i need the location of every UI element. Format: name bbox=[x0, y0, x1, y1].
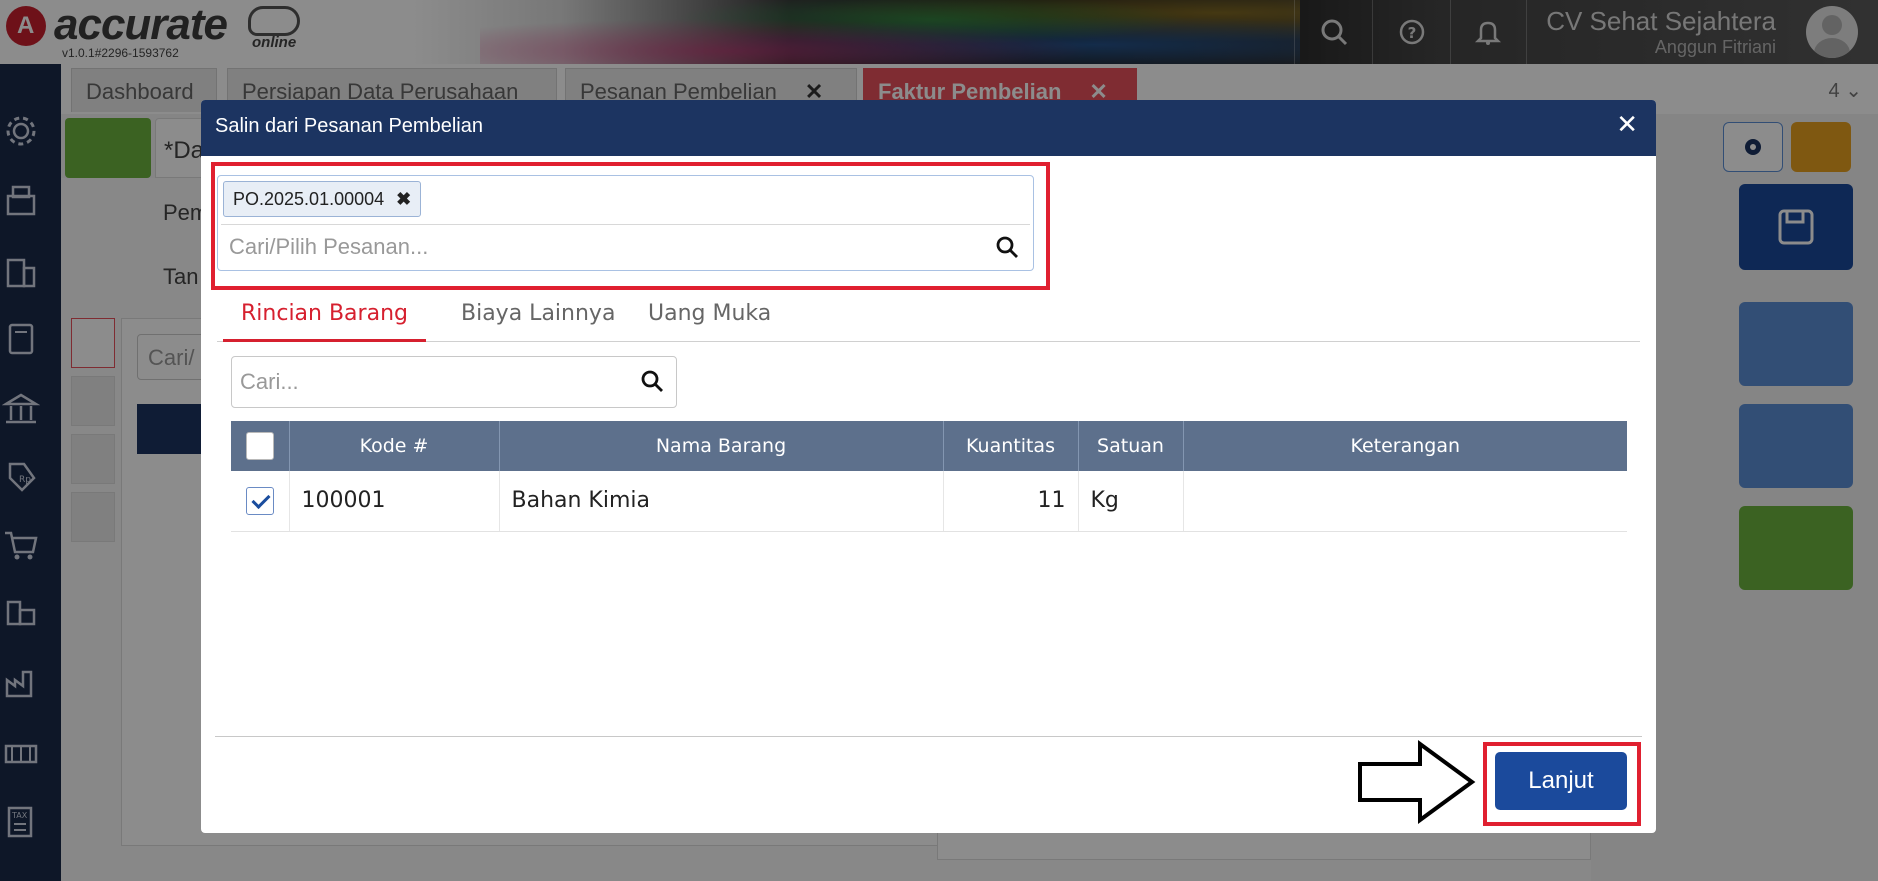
items-table: Kode # Nama Barang Kuantitas Satuan Kete… bbox=[231, 421, 1627, 532]
column-header-kuantitas[interactable]: Kuantitas bbox=[943, 421, 1079, 471]
row-select-cell bbox=[231, 471, 290, 532]
items-table-container: Kode # Nama Barang Kuantitas Satuan Kete… bbox=[231, 421, 1627, 715]
dialog-title: Salin dari Pesanan Pembelian bbox=[215, 115, 483, 137]
selected-order-number: PO.2025.01.00004 bbox=[233, 189, 385, 209]
cell-kuantitas: 11 bbox=[943, 471, 1079, 532]
column-header-satuan[interactable]: Satuan bbox=[1078, 421, 1184, 471]
tab-rincian-barang[interactable]: Rincian Barang bbox=[223, 298, 426, 342]
cell-nama-barang: Bahan Kimia bbox=[499, 471, 944, 532]
order-select-field[interactable]: PO.2025.01.00004 ✖ bbox=[217, 175, 1034, 271]
column-header-kode[interactable]: Kode # bbox=[289, 421, 500, 471]
footer-divider bbox=[215, 736, 1642, 737]
annotation-arrow-icon bbox=[1358, 740, 1476, 824]
item-search-box[interactable] bbox=[231, 356, 677, 408]
select-all-header bbox=[231, 421, 290, 471]
cell-keterangan bbox=[1183, 471, 1627, 532]
table-row[interactable]: 100001 Bahan Kimia 11 Kg bbox=[231, 471, 1627, 532]
cell-satuan: Kg bbox=[1078, 471, 1184, 532]
close-icon[interactable]: ✕ bbox=[1616, 110, 1638, 140]
column-header-nama-barang[interactable]: Nama Barang bbox=[499, 421, 944, 471]
selected-order-chip: PO.2025.01.00004 ✖ bbox=[223, 181, 422, 217]
search-icon[interactable] bbox=[640, 369, 664, 393]
tab-uang-muka[interactable]: Uang Muka bbox=[630, 298, 789, 342]
remove-chip-icon[interactable]: ✖ bbox=[396, 189, 411, 209]
dialog-header: Salin dari Pesanan Pembelian ✕ bbox=[201, 100, 1656, 156]
row-checkbox[interactable] bbox=[245, 486, 274, 515]
dialog-tab-bar: Rincian Barang Biaya Lainnya Uang Muka bbox=[217, 290, 1640, 342]
copy-from-order-dialog: Salin dari Pesanan Pembelian ✕ PO.2025.0… bbox=[201, 100, 1656, 833]
order-search-box[interactable] bbox=[221, 224, 1030, 268]
item-search-input[interactable] bbox=[240, 367, 630, 397]
tab-biaya-lainnya[interactable]: Biaya Lainnya bbox=[443, 298, 633, 342]
search-icon[interactable] bbox=[995, 235, 1019, 259]
column-header-keterangan[interactable]: Keterangan bbox=[1183, 421, 1627, 471]
continue-button[interactable]: Lanjut bbox=[1495, 752, 1627, 810]
select-all-checkbox[interactable] bbox=[245, 432, 274, 460]
cell-kode: 100001 bbox=[289, 471, 500, 532]
order-search-input[interactable] bbox=[229, 231, 989, 263]
table-header-row: Kode # Nama Barang Kuantitas Satuan Kete… bbox=[231, 421, 1627, 471]
